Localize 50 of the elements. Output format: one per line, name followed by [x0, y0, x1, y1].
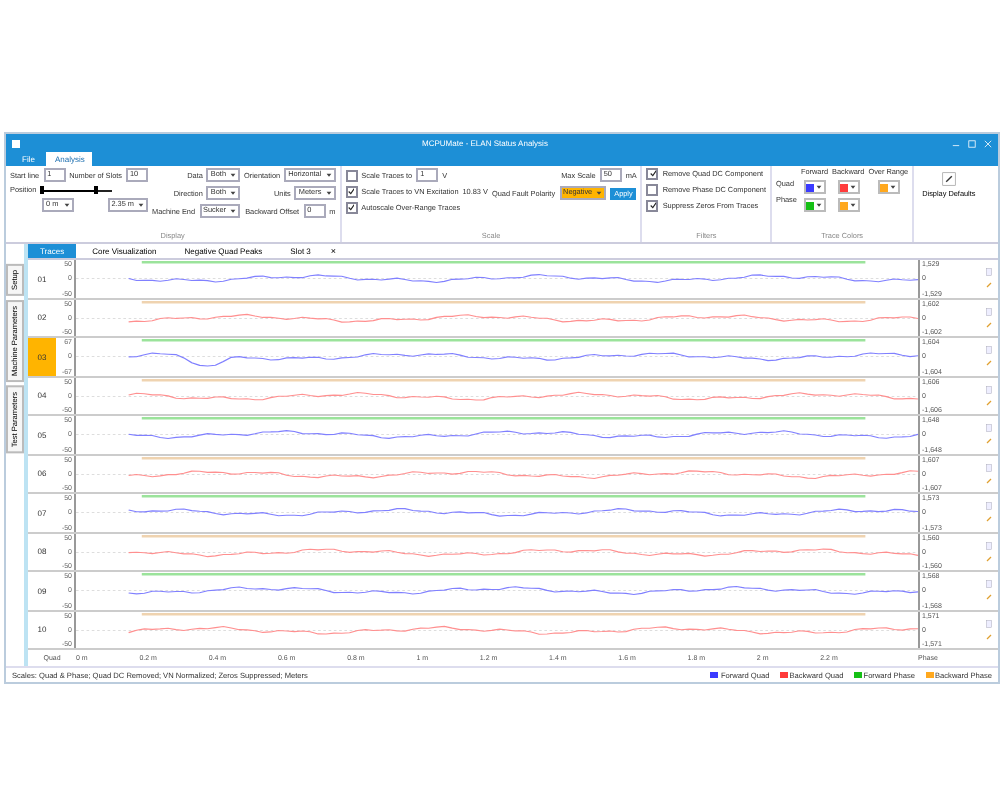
- caret-icon: [850, 184, 857, 190]
- color-picker[interactable]: [803, 198, 826, 212]
- document-icon[interactable]: [985, 307, 991, 316]
- document-icon[interactable]: [985, 346, 991, 355]
- pencil-icon[interactable]: [985, 477, 991, 484]
- document-icon[interactable]: [985, 268, 991, 277]
- minimize-button[interactable]: [950, 139, 960, 147]
- checkbox[interactable]: [646, 200, 659, 212]
- checkbox[interactable]: [646, 168, 659, 180]
- pencil-icon[interactable]: [985, 321, 991, 328]
- pencil-icon[interactable]: [985, 594, 991, 601]
- pencil-icon[interactable]: [985, 438, 991, 445]
- document-icon[interactable]: [985, 541, 991, 550]
- caret-icon: [230, 172, 237, 178]
- caret-icon: [596, 190, 603, 196]
- color-picker[interactable]: [877, 180, 900, 194]
- maximize-button[interactable]: [966, 139, 976, 147]
- pencil-icon: [941, 172, 956, 186]
- pencil-icon[interactable]: [985, 360, 991, 367]
- pencil-icon[interactable]: [985, 399, 991, 406]
- color-picker[interactable]: [837, 180, 860, 194]
- checkbox[interactable]: [345, 202, 358, 214]
- position-slider[interactable]: [40, 186, 113, 194]
- caret-icon: [816, 202, 823, 208]
- checkbox[interactable]: [345, 169, 358, 181]
- pencil-icon[interactable]: [985, 555, 991, 562]
- document-icon[interactable]: [985, 463, 991, 472]
- caret-icon: [230, 190, 237, 196]
- pencil-icon[interactable]: [985, 282, 991, 289]
- document-icon[interactable]: [985, 502, 991, 511]
- caret-icon: [230, 208, 237, 214]
- caret-icon: [138, 202, 144, 208]
- close-button[interactable]: [982, 139, 992, 147]
- color-picker[interactable]: [837, 198, 860, 212]
- app-icon: [12, 139, 20, 147]
- caret-icon: [325, 172, 332, 178]
- caret-icon: [850, 202, 857, 208]
- document-icon[interactable]: [985, 619, 991, 628]
- document-icon[interactable]: [985, 424, 991, 433]
- color-picker[interactable]: [803, 180, 826, 194]
- caret-icon: [64, 202, 70, 208]
- checkbox[interactable]: [345, 186, 358, 198]
- caret-icon: [890, 184, 897, 190]
- caret-icon: [816, 184, 823, 190]
- caret-icon: [325, 190, 332, 196]
- pencil-icon[interactable]: [985, 633, 991, 640]
- document-icon[interactable]: [985, 385, 991, 394]
- pencil-icon[interactable]: [985, 516, 991, 523]
- document-icon[interactable]: [985, 580, 991, 589]
- checkbox[interactable]: [646, 184, 659, 196]
